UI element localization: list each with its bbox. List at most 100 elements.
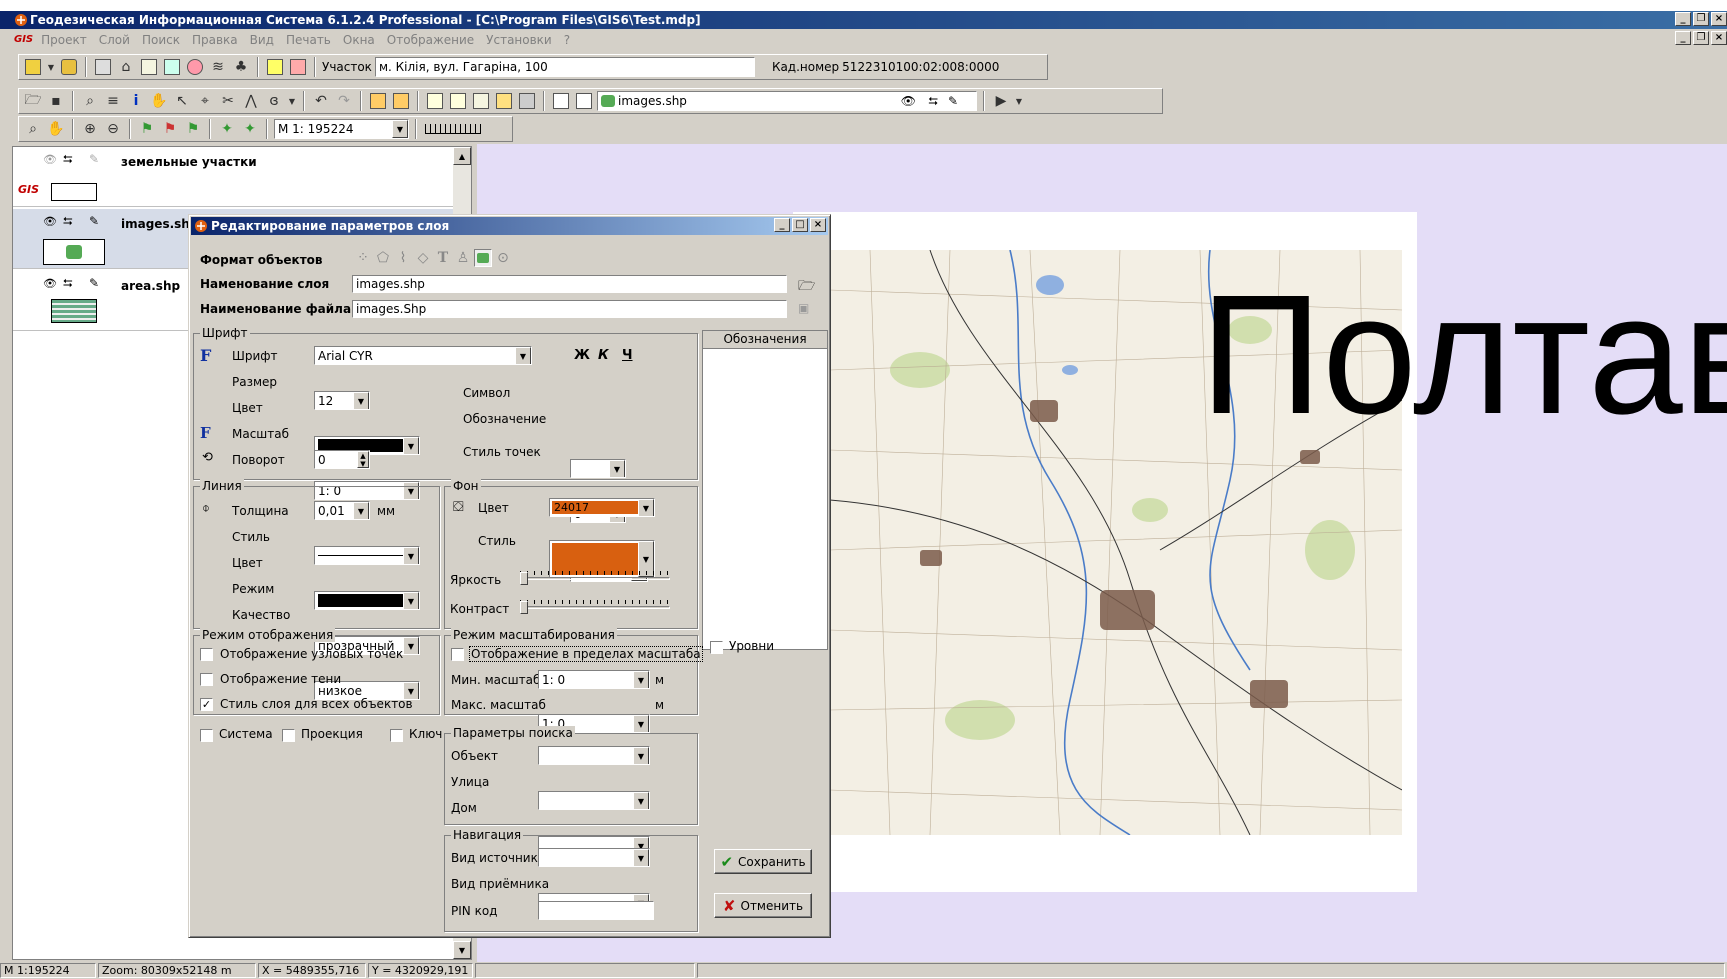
close-button[interactable]: × — [1711, 12, 1727, 26]
editable-pencil-icon[interactable]: ✎ — [948, 94, 958, 108]
visibility-eye-icon[interactable]: 👁 — [43, 215, 57, 228]
editable-pencil-icon[interactable]: ✎ — [89, 214, 99, 228]
scale-dropdown[interactable]: M 1: 195224 ▼ — [274, 119, 409, 139]
file-name-input[interactable]: images.Shp — [352, 300, 787, 318]
line-style-dropdown[interactable]: ▼ — [314, 546, 420, 565]
open-folder-icon[interactable]: 🗁 — [798, 275, 815, 299]
layer-name-input[interactable]: images.shp — [352, 275, 787, 293]
info-icon[interactable]: i — [126, 91, 146, 111]
open-folder-icon[interactable]: 🗁 — [23, 91, 43, 111]
database-icon[interactable] — [59, 57, 79, 77]
source-type-dropdown-arrow[interactable]: ▼ — [633, 849, 649, 866]
underline-button[interactable]: Ч — [622, 348, 633, 363]
sql-icon[interactable] — [23, 57, 43, 77]
ruler-icon[interactable] — [423, 119, 483, 139]
text-icon[interactable]: T — [434, 249, 452, 267]
menu-view[interactable]: Вид — [244, 33, 280, 47]
levels-checkbox[interactable] — [710, 641, 723, 654]
mdi-restore-button[interactable]: ❐ — [1693, 31, 1709, 45]
selectable-arrows-icon[interactable]: ⮀ — [63, 214, 73, 229]
menu-edit[interactable]: Правка — [186, 33, 244, 47]
scale-dropdown-arrow[interactable]: ▼ — [392, 120, 408, 138]
polyline-icon[interactable]: ⋀ — [241, 91, 261, 111]
node-edit-icon[interactable]: ⌖ — [195, 91, 215, 111]
scroll-up-button[interactable]: ▲ — [453, 147, 471, 165]
mdi-minimize-button[interactable]: _ — [1675, 31, 1691, 45]
shadow-checkbox[interactable] — [200, 673, 213, 686]
document-icon[interactable] — [471, 91, 491, 111]
editable-pencil-icon[interactable]: ✎ — [89, 152, 99, 166]
dropdown-arrow-icon[interactable]: ▼ — [287, 91, 297, 111]
report-icon[interactable] — [162, 57, 182, 77]
layer-row[interactable]: 👁 ⮀ ✎ земельные участки GIS — [13, 147, 458, 207]
size-dropdown-arrow[interactable]: ▼ — [353, 392, 369, 409]
active-layer-dropdown[interactable]: images.shp 👁 ⮀ ✎ — [597, 91, 977, 111]
editable-pencil-icon[interactable]: ✎ — [89, 276, 99, 290]
list-view-icon[interactable] — [574, 91, 594, 111]
tool-green-icon-2[interactable]: ✦ — [240, 119, 260, 139]
symbol-dropdown[interactable]: ▼ — [570, 459, 626, 478]
layer-style-checkbox[interactable]: ✓ — [200, 698, 213, 711]
layer-stack-icon[interactable]: ≡ — [103, 91, 123, 111]
menu-help[interactable]: ? — [558, 33, 576, 47]
menu-settings[interactable]: Установки — [480, 33, 558, 47]
diamond-icon[interactable]: ◇ — [414, 249, 432, 267]
thickness-dropdown[interactable]: 0,01 ▼ — [314, 501, 370, 520]
rotation-stepper[interactable]: 0 ▲ ▼ — [314, 450, 370, 469]
pointer-icon[interactable]: ↖ — [172, 91, 192, 111]
save-disk-icon[interactable]: ▣ — [798, 301, 809, 315]
menu-print[interactable]: Печать — [280, 33, 337, 47]
min-scale-dropdown[interactable]: 1: 0 ▼ — [538, 670, 650, 689]
tool-green-icon[interactable]: ✦ — [217, 119, 237, 139]
menu-project[interactable]: Проект — [35, 33, 93, 47]
tree-icon[interactable]: ♣ — [231, 57, 251, 77]
mdi-close-button[interactable]: × — [1711, 31, 1727, 45]
parcel-field[interactable]: м. Кілія, вул. Гагаріна, 100 — [374, 57, 755, 77]
pan-hand-icon[interactable]: ✋ — [149, 91, 169, 111]
undo-icon[interactable]: ↶ — [311, 91, 331, 111]
cancel-button[interactable]: ✘ Отменить — [714, 893, 812, 918]
save-icon[interactable]: ▪ — [46, 91, 66, 111]
line-style-dropdown-arrow[interactable]: ▼ — [403, 547, 419, 564]
system-checkbox[interactable] — [200, 729, 213, 742]
dialog-maximize-button[interactable]: □ — [792, 218, 808, 232]
paint-icon[interactable] — [185, 57, 205, 77]
zoom-search-icon[interactable]: ⌕ — [80, 91, 100, 111]
flag-green-icon[interactable]: ⚑ — [137, 119, 157, 139]
check-list-icon[interactable] — [448, 91, 468, 111]
table-icon[interactable] — [288, 57, 308, 77]
flag-red-icon[interactable]: ⚑ — [160, 119, 180, 139]
check-icon[interactable] — [425, 91, 445, 111]
object-dropdown-arrow[interactable]: ▼ — [633, 747, 649, 764]
play-arrow-icon[interactable]: ▶ — [991, 91, 1011, 111]
menu-windows[interactable]: Окна — [337, 33, 381, 47]
image-format-icon[interactable] — [474, 249, 492, 267]
dialog-close-button[interactable]: × — [810, 218, 826, 232]
street-dropdown-arrow[interactable]: ▼ — [633, 792, 649, 809]
background-color-dropdown[interactable]: 24017 ▼ — [549, 498, 655, 517]
table-view-icon[interactable] — [551, 91, 571, 111]
symbol-icon[interactable]: ♙ — [454, 249, 472, 267]
scroll-down-button[interactable]: ▼ — [453, 941, 471, 959]
object-dropdown[interactable]: ▼ — [538, 746, 650, 765]
zoom-out-icon[interactable]: ⊖ — [103, 119, 123, 139]
flag-mixed-icon[interactable]: ⚑ — [183, 119, 203, 139]
line-color-dropdown[interactable]: ▼ — [314, 591, 420, 610]
properties-icon[interactable] — [494, 91, 514, 111]
visibility-eye-icon[interactable]: 👁 — [43, 277, 57, 290]
dropdown-arrow-icon[interactable]: ▼ — [46, 57, 56, 77]
minimize-button[interactable]: _ — [1675, 12, 1691, 26]
zoom-window-icon[interactable]: ⌕ — [23, 119, 43, 139]
menu-display[interactable]: Отображение — [381, 33, 480, 47]
projection-checkbox[interactable] — [282, 729, 295, 742]
dialog-minimize-button[interactable]: _ — [774, 218, 790, 232]
house-icon[interactable]: ⌂ — [116, 57, 136, 77]
key-checkbox[interactable] — [390, 729, 403, 742]
menu-search[interactable]: Поиск — [136, 33, 186, 47]
pin-code-input[interactable] — [538, 901, 654, 920]
nodes-checkbox[interactable] — [200, 648, 213, 661]
layers-icon[interactable]: ≋ — [208, 57, 228, 77]
visibility-eye-icon[interactable]: 👁 — [901, 94, 916, 108]
menu-layer[interactable]: Слой — [93, 33, 136, 47]
max-scale-dropdown-arrow[interactable]: ▼ — [633, 715, 649, 732]
